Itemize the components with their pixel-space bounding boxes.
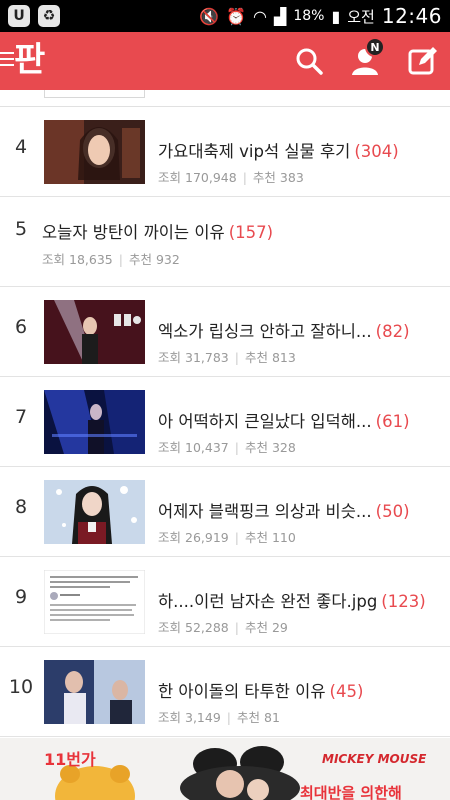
rank-number: 6 bbox=[14, 316, 28, 338]
item-meta: 조회 170,948 | 추천 383 bbox=[158, 170, 304, 185]
compose-icon bbox=[408, 47, 437, 75]
previous-item-stub bbox=[0, 90, 450, 107]
item-meta: 조회 3,149 | 추천 81 bbox=[158, 710, 280, 725]
ampm-label: 오전 bbox=[347, 7, 375, 26]
list-item[interactable]: 10 한 아이돌의 타투한 이유 (45) 조회 3,149 | 추천 81 bbox=[0, 647, 450, 737]
alarm-icon: ⏰ bbox=[226, 6, 247, 26]
item-title[interactable]: 엑소가 립싱크 안하고 잘하니... (82) bbox=[158, 318, 410, 342]
item-meta: 조회 18,635 | 추천 932 bbox=[42, 252, 180, 267]
item-meta: 조회 31,783 | 추천 813 bbox=[158, 350, 296, 365]
battery-percent: 18% bbox=[293, 8, 325, 24]
item-meta: 조회 52,288 | 추천 29 bbox=[158, 620, 288, 635]
thumbnail bbox=[44, 570, 145, 634]
notification-badge: N bbox=[365, 37, 385, 57]
thumbnail bbox=[44, 300, 145, 364]
wifi-icon: ◠ bbox=[253, 6, 267, 26]
menu-icon[interactable] bbox=[0, 52, 14, 66]
list-item[interactable]: 4 가요대축제 vip석 실물 후기 (304) 조회 170,948 | 추천 38… bbox=[0, 107, 450, 197]
item-title[interactable]: 아 어떡하지 큰일났다 입덕해... (61) bbox=[158, 408, 410, 432]
rank-number: 8 bbox=[14, 496, 28, 518]
item-meta: 조회 10,437 | 추천 328 bbox=[158, 440, 296, 455]
rank-number: 5 bbox=[14, 218, 28, 240]
battery-icon: ▮ bbox=[331, 6, 341, 26]
ad-tagline: 최대반을 의한해 bbox=[300, 784, 402, 800]
thumbnail bbox=[44, 120, 145, 184]
ad-brand: 11번가 bbox=[44, 750, 96, 769]
ranking-list: 4 가요대축제 vip석 실물 후기 (304) 조회 170,948 | 추천 38… bbox=[0, 90, 450, 737]
rank-number: 4 bbox=[14, 136, 28, 158]
profile-button[interactable]: N bbox=[347, 37, 385, 79]
list-item[interactable]: 7 아 어떡하지 큰일났다 입덕해... (61) 조회 10,437 | 추천 32… bbox=[0, 377, 450, 467]
rank-number: 9 bbox=[14, 586, 28, 608]
app-logo[interactable]: 판 bbox=[14, 38, 45, 82]
app-header: 판 N bbox=[0, 32, 450, 90]
ad-banner[interactable]: 11번가 MICKEY MOUSE 최대반을 의한해 bbox=[0, 738, 450, 800]
comment-count: (50) bbox=[375, 502, 410, 521]
comment-count: (123) bbox=[381, 592, 426, 611]
app-notification-icon: U bbox=[8, 5, 30, 27]
recycle-notification-icon: ♻ bbox=[38, 5, 60, 27]
item-title[interactable]: 어제자 블랙핑크 의상과 비슷... (50) bbox=[158, 498, 410, 522]
item-title[interactable]: 가요대축제 vip석 실물 후기 (304) bbox=[158, 138, 399, 162]
comment-count: (304) bbox=[354, 142, 399, 161]
ad-character-logo: MICKEY MOUSE bbox=[322, 752, 427, 766]
signal-icon: ▟ bbox=[274, 6, 287, 26]
item-title[interactable]: 하....이런 남자손 완전 좋다.jpg (123) bbox=[158, 588, 426, 612]
comment-count: (45) bbox=[329, 682, 364, 701]
compose-button[interactable] bbox=[404, 43, 440, 79]
rank-number: 10 bbox=[8, 676, 34, 698]
thumbnail bbox=[44, 90, 145, 98]
comment-count: (82) bbox=[375, 322, 410, 341]
clock: 12:46 bbox=[381, 4, 442, 28]
search-icon bbox=[296, 48, 323, 75]
item-title[interactable]: 오늘자 방탄이 까이는 이유 (157) bbox=[42, 219, 273, 243]
status-bar: U ♻ 🔇 ⏰ ◠ ▟ 18% ▮ 오전 12:46 bbox=[0, 0, 450, 32]
mute-icon: 🔇 bbox=[199, 6, 220, 26]
item-title[interactable]: 한 아이돌의 타투한 이유 (45) bbox=[158, 678, 363, 702]
thumbnail bbox=[44, 480, 145, 544]
thumbnail bbox=[44, 660, 145, 724]
item-meta: 조회 26,919 | 추천 110 bbox=[158, 530, 296, 545]
thumbnail bbox=[44, 390, 145, 454]
list-item[interactable]: 9 하....이런 남자손 완전 좋다.jpg (123) 조회 52,288 | 추… bbox=[0, 557, 450, 647]
comment-count: (157) bbox=[228, 223, 274, 242]
list-item[interactable]: 6 엑소가 립싱크 안하고 잘하니... (82) 조회 31,783 | 추천 81… bbox=[0, 287, 450, 377]
rank-number: 7 bbox=[14, 406, 28, 428]
comment-count: (61) bbox=[375, 412, 410, 431]
list-item[interactable]: 5 오늘자 방탄이 까이는 이유 (157) 조회 18,635 | 추천 932 bbox=[0, 197, 450, 287]
search-button[interactable] bbox=[291, 43, 327, 79]
list-item[interactable]: 8 어제자 블랙핑크 의상과 비슷... (50) 조회 26,919 | 추천 11… bbox=[0, 467, 450, 557]
